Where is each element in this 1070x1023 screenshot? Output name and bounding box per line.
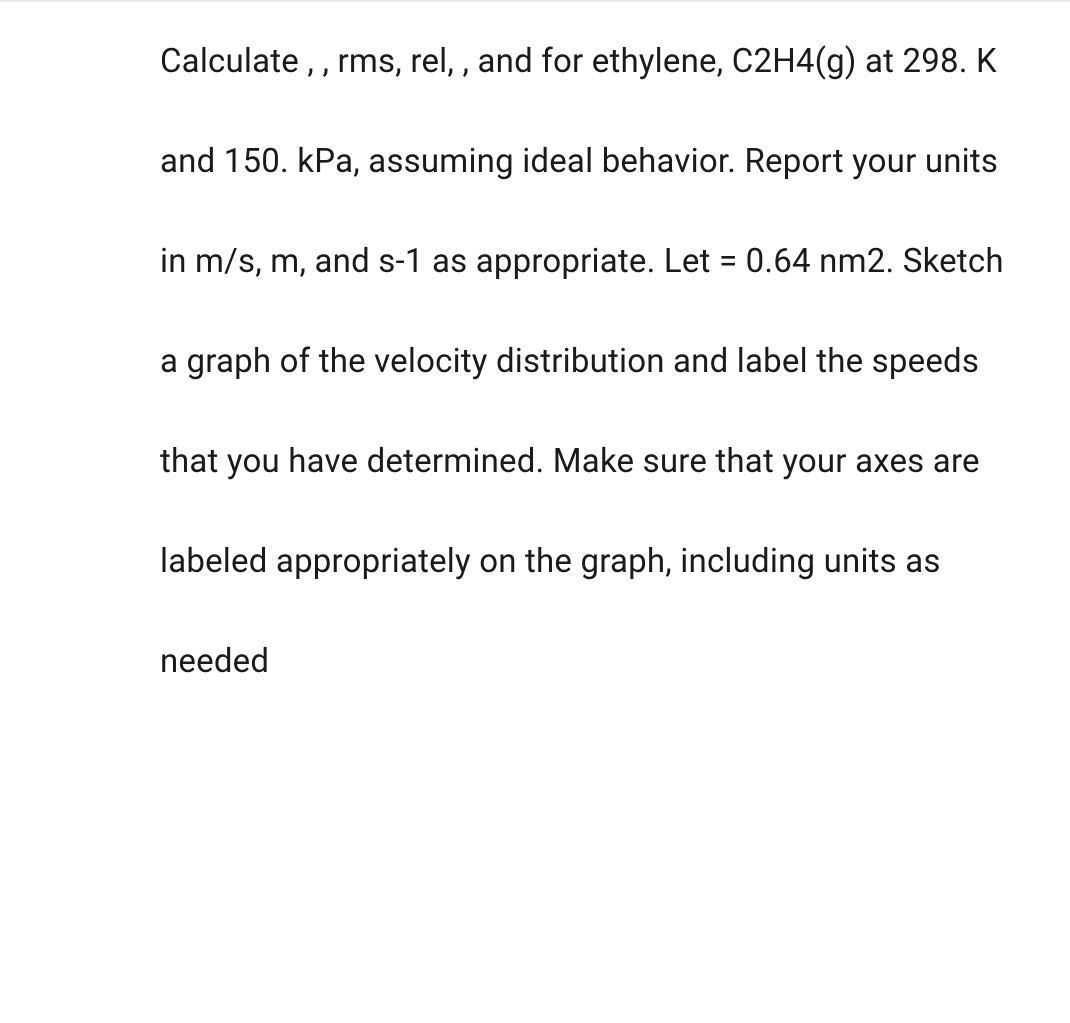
question-container: Calculate , , rms, rel, , and for ethyle…: [0, 0, 1070, 712]
question-text: Calculate , , rms, rel, , and for ethyle…: [160, 12, 1010, 712]
page-top-border: [0, 0, 1070, 2]
